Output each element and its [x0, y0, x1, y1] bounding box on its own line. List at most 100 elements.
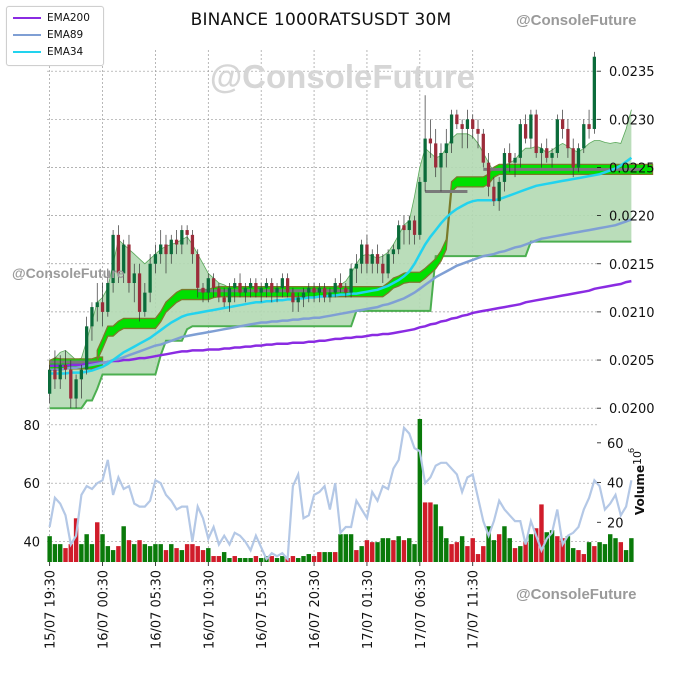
indicator-tick-label: 60 [23, 477, 40, 492]
volume-axis-label: Volume [633, 465, 647, 515]
candle-body [381, 263, 385, 274]
legend-label: EMA89 [47, 29, 84, 41]
candle-body [529, 114, 533, 139]
volume-bar [58, 544, 63, 562]
candle-body [518, 124, 522, 158]
candle-body [423, 138, 427, 182]
candle-body [555, 119, 559, 154]
x-tick-label: 17/07 01:30 [361, 570, 376, 649]
volume-bar [348, 534, 354, 562]
volume-tick-label: 20 [607, 516, 624, 531]
price-tick-label: 0.0220 [609, 210, 655, 225]
candle-body [592, 56, 596, 129]
candle-body [582, 124, 586, 149]
candle-body [69, 369, 73, 399]
volume-bar [512, 548, 518, 562]
candle-body [354, 263, 359, 269]
legend-entry-ema200: EMA200 [13, 11, 90, 25]
volume-bar [52, 544, 58, 562]
volume-bar [359, 546, 364, 562]
volume-bar [68, 544, 74, 562]
volume-bar [618, 542, 624, 562]
candle-body [386, 254, 390, 274]
candle-body [159, 244, 163, 255]
candle-body [227, 287, 232, 303]
volume-bar [449, 544, 454, 562]
volume-bar [570, 548, 576, 562]
volume-bar [84, 534, 89, 562]
x-tick-label: 17/07 11:30 [467, 570, 482, 649]
volume-bar [79, 544, 84, 562]
candle-body [492, 186, 496, 202]
volume-bar [174, 548, 179, 562]
volume-bar [470, 538, 475, 562]
volume-bar [137, 540, 142, 562]
volume-bar [248, 558, 253, 562]
candle-body [270, 283, 274, 293]
volume-bar [539, 504, 544, 562]
volume-bar [343, 534, 349, 562]
candle-body [370, 254, 374, 264]
candle-body [63, 364, 68, 370]
volume-bar [459, 536, 465, 562]
price-tick-label: 0.0230 [609, 113, 655, 128]
candle-body [465, 119, 470, 129]
volume-tick-label: 40 [607, 477, 624, 492]
volume-bar [121, 526, 126, 562]
candle-body [174, 239, 179, 245]
legend-entry-ema34: EMA34 [13, 45, 83, 59]
volume-bar [89, 544, 95, 562]
candle-body [164, 244, 168, 255]
price-tick-label: 0.0215 [609, 258, 655, 273]
volume-bar [327, 552, 333, 562]
candle-body [439, 153, 443, 168]
volume-bar [258, 558, 264, 562]
volume-bar [322, 552, 327, 562]
candle-body [264, 283, 269, 288]
volume-bar [438, 526, 444, 562]
candle-body [285, 278, 290, 293]
candle-body [486, 162, 491, 187]
volume-bar [608, 534, 613, 562]
volume-bar [333, 552, 338, 562]
legend-label: EMA200 [47, 12, 90, 24]
legend-swatch [13, 17, 41, 19]
candle-body [428, 138, 433, 144]
candle-body [360, 244, 364, 264]
volume-bar [475, 554, 481, 562]
volume-bar [623, 550, 629, 562]
volume-bar [586, 542, 592, 562]
legend-entry-ema89: EMA89 [13, 28, 83, 42]
candle-body [476, 128, 480, 134]
volume-bar [338, 534, 343, 562]
watermark-middle-left: @ConsoleFuture [12, 265, 125, 281]
indicator-tick-label: 40 [23, 536, 40, 551]
band-fill [49, 109, 632, 409]
candle-body [576, 148, 581, 168]
candle-body [550, 153, 554, 158]
volume-bar [555, 536, 560, 562]
candle-body [566, 128, 570, 149]
volume-bar [444, 538, 449, 562]
candle-body [375, 254, 380, 264]
candle-body [217, 287, 221, 298]
candle-body [444, 143, 448, 154]
volume-bar [428, 502, 433, 562]
candle-body [545, 148, 549, 158]
candle-body [222, 297, 226, 303]
candle-body [280, 278, 284, 288]
volume-bar [401, 540, 407, 562]
candle-body [328, 292, 332, 298]
candle-body [100, 302, 105, 312]
price-tick-label: 0.0235 [609, 65, 655, 80]
candle-body [301, 292, 306, 298]
volume-bar [433, 504, 438, 562]
candle-body [238, 283, 242, 293]
volume-bar [375, 542, 380, 562]
x-tick-label: 16/07 05:30 [149, 570, 164, 649]
volume-bar [385, 538, 391, 562]
volume-bar [253, 556, 259, 562]
volume-bar [370, 542, 375, 562]
candle-body [344, 287, 348, 293]
candle-body [365, 244, 369, 264]
